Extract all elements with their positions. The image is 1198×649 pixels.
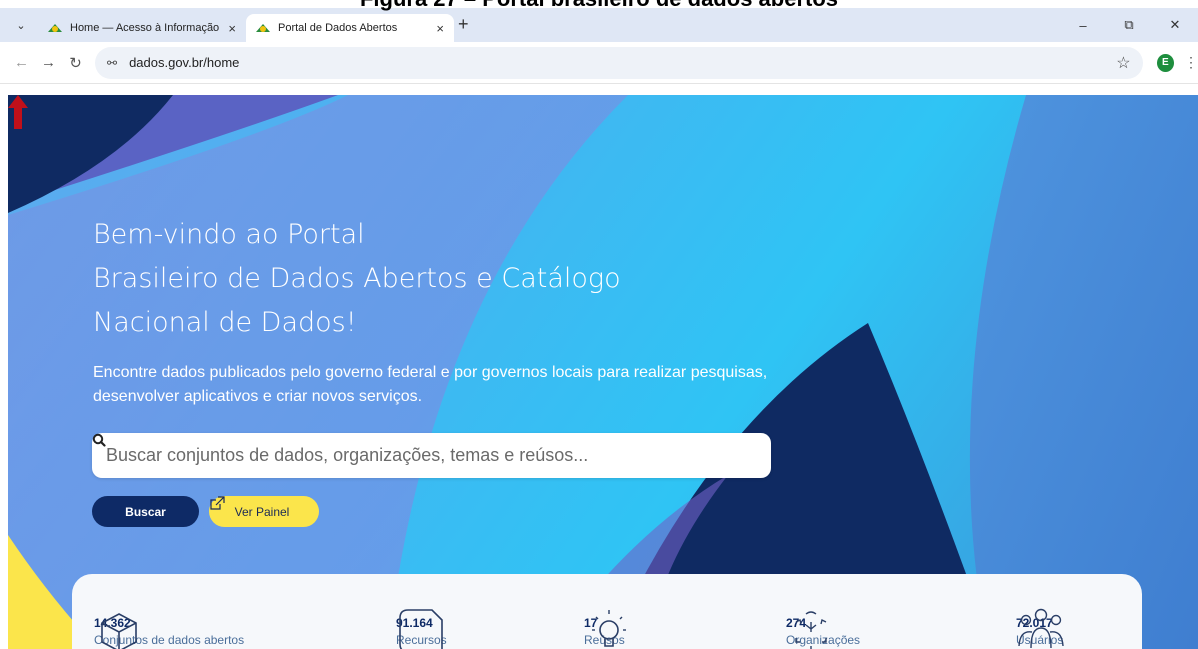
back-arrow-icon[interactable]: ← [8, 54, 35, 71]
gov-favicon-icon [48, 23, 62, 33]
hero-title-line: Brasileiro de Dados Abertos e Catálogo [93, 263, 621, 294]
tab-portal-dados-abertos[interactable]: Portal de Dados Abertos × [246, 14, 454, 42]
browser-toolbar: ← → ↻ ⚯ dados.gov.br/home ☆ E ⋮ [0, 42, 1198, 84]
hero-title-line: Nacional de Dados! [93, 307, 357, 338]
hero-title: Bem-vindo ao Portal Brasileiro de Dados … [93, 213, 793, 345]
window-controls: – ⧉ ✕ [1060, 8, 1198, 42]
search-box [92, 433, 771, 478]
tab-title: Portal de Dados Abertos [278, 22, 398, 34]
stat-users[interactable]: 72.017 Usuários [1016, 606, 1064, 649]
annotation-arrow-icon [8, 95, 28, 129]
page-content: Bem-vindo ao Portal Brasileiro de Dados … [8, 95, 1198, 649]
hero-subtitle: Encontre dados publicados pelo governo f… [93, 364, 768, 405]
stat-datasets[interactable]: 14.362 Conjuntos de dados abertos [94, 606, 244, 649]
reload-icon[interactable]: ↻ [62, 54, 89, 72]
new-tab-button[interactable]: + [458, 14, 469, 35]
hero-title-line: Bem-vindo ao Portal [93, 219, 365, 250]
tab-title: Home — Acesso à Informação [70, 22, 220, 34]
organization-icon [795, 611, 827, 649]
lightbulb-icon [592, 610, 626, 647]
stats-card: 14.362 Conjuntos de dados abertos 91.164… [72, 574, 1142, 649]
restore-button[interactable]: ⧉ [1106, 17, 1152, 33]
stat-resources[interactable]: 91.164 Recursos [396, 606, 447, 649]
figure-caption: Figura 27 – Portal brasileiro de dados a… [0, 0, 1198, 12]
ver-painel-button[interactable]: Ver Painel [209, 496, 319, 527]
ver-painel-label: Ver Painel [234, 504, 290, 519]
close-window-button[interactable]: ✕ [1152, 17, 1198, 33]
buscar-button[interactable]: Buscar [92, 496, 199, 527]
address-bar[interactable]: ⚯ dados.gov.br/home ☆ [95, 46, 1143, 79]
browser-tab-bar: ⌄ Home — Acesso à Informação × Portal de… [0, 8, 1198, 42]
url-text[interactable]: dados.gov.br/home [129, 55, 1116, 70]
users-icon [1018, 608, 1064, 649]
more-menu-icon[interactable]: ⋮ [1184, 54, 1198, 71]
site-settings-icon[interactable]: ⚯ [107, 56, 117, 70]
bookmark-star-icon[interactable]: ☆ [1116, 53, 1130, 73]
tab-close-icon[interactable]: × [228, 21, 236, 36]
gov-favicon-icon [256, 23, 270, 33]
hero-banner: Bem-vindo ao Portal Brasileiro de Dados … [8, 95, 1198, 649]
cube-icon [101, 613, 137, 649]
profile-avatar[interactable]: E [1156, 53, 1174, 72]
tab-close-icon[interactable]: × [436, 21, 444, 36]
stat-reuses[interactable]: 17 Reúsos [584, 606, 626, 649]
tab-search-menu-icon[interactable]: ⌄ [8, 14, 34, 36]
search-input[interactable] [106, 445, 721, 466]
forward-arrow-icon[interactable]: → [35, 54, 62, 71]
tab-acesso-informacao[interactable]: Home — Acesso à Informação × [38, 14, 246, 42]
stat-organizations[interactable]: 274 Organizações [786, 606, 860, 649]
minimize-button[interactable]: – [1060, 18, 1106, 33]
document-icon [399, 609, 443, 649]
